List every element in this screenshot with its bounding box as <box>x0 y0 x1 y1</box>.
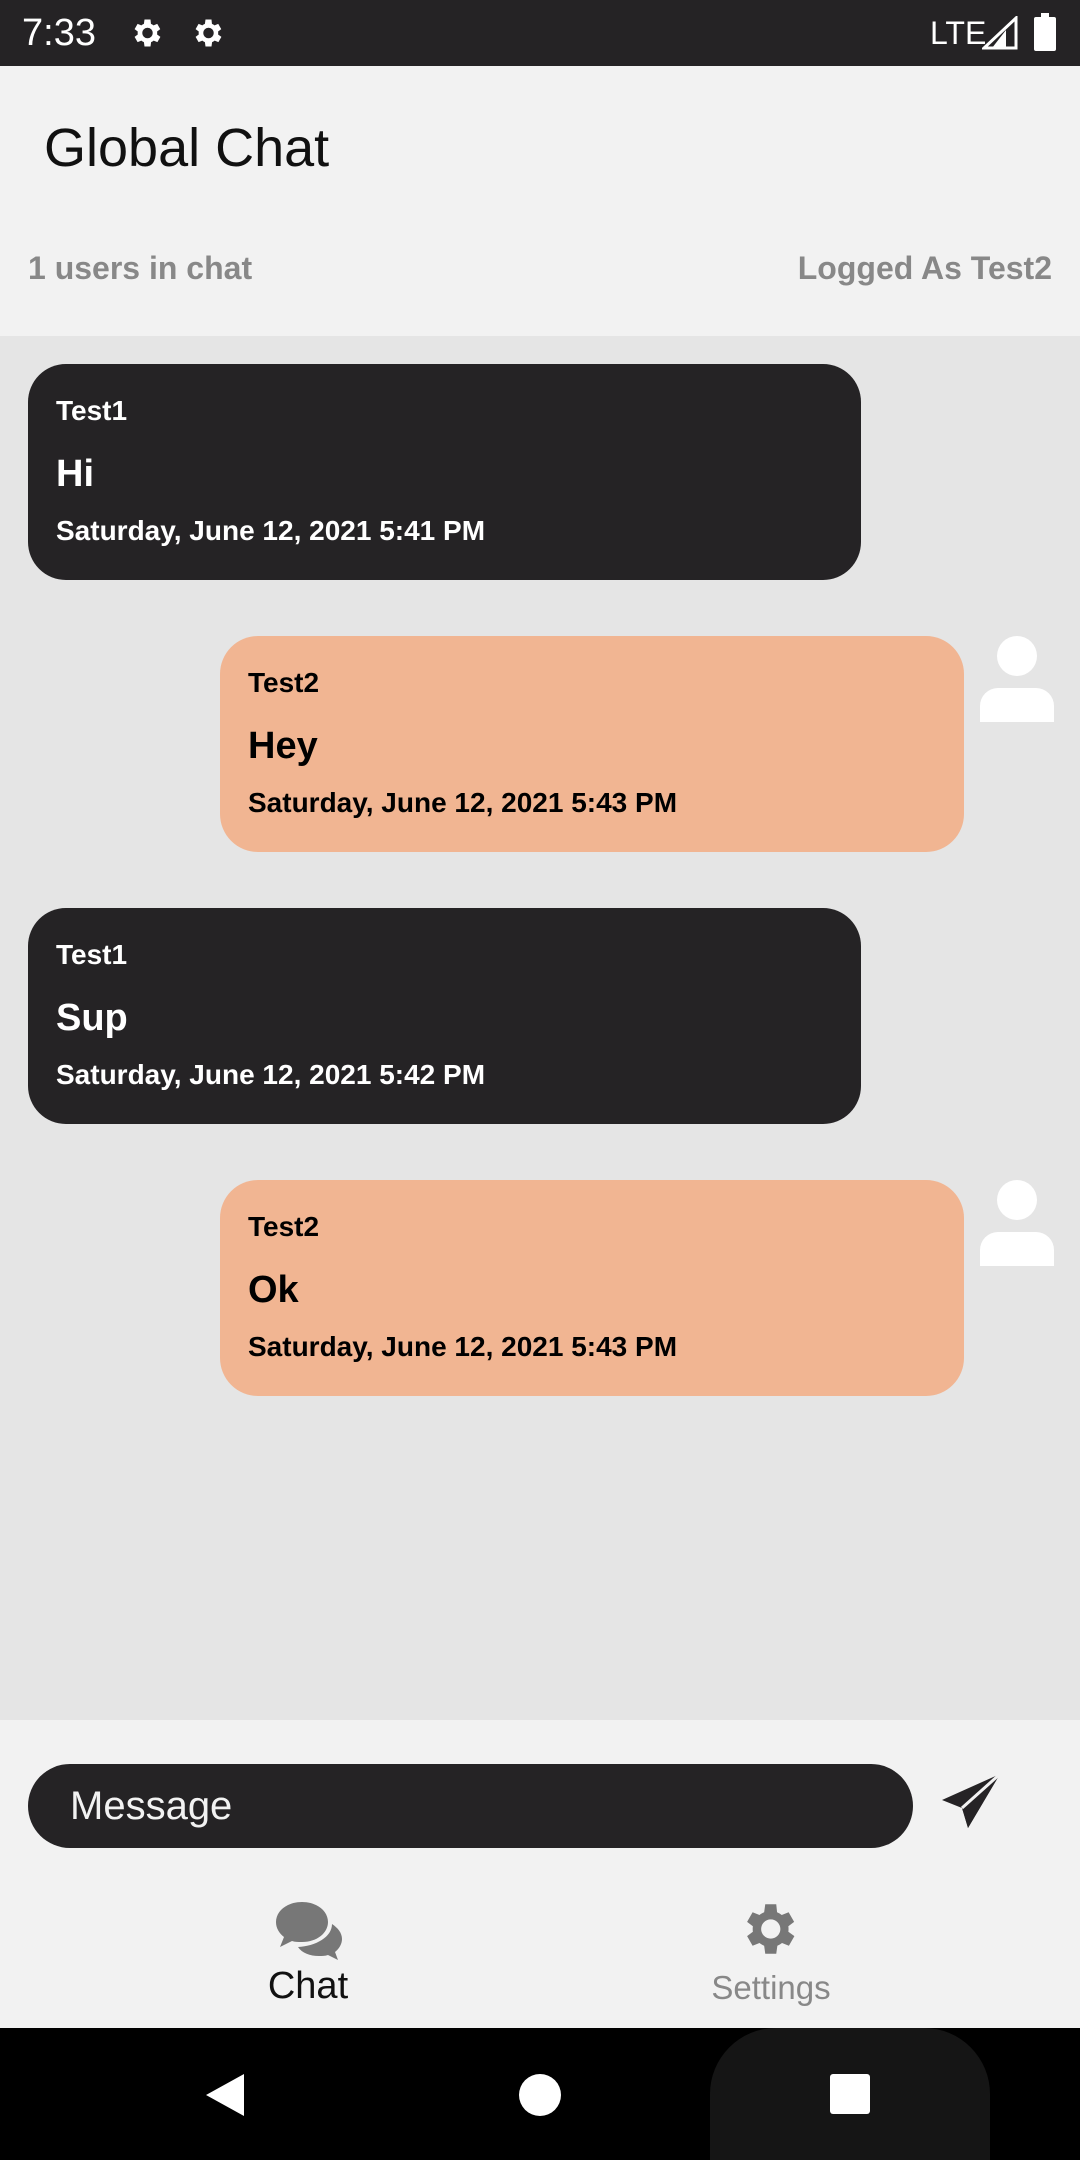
message-text: Sup <box>56 997 128 1039</box>
nav-label-chat: Chat <box>267 1965 349 2007</box>
message-text: Ok <box>248 1269 299 1311</box>
status-bar: 7:33 LTE <box>0 0 1080 66</box>
message-input[interactable] <box>28 1764 913 1848</box>
chat-bubbles-icon <box>276 1902 342 1960</box>
message-list[interactable]: Test1 Hi Saturday, June 12, 2021 5:41 PM… <box>0 336 1080 1720</box>
system-nav-bar <box>0 2028 1080 2160</box>
message-timestamp: Saturday, June 12, 2021 5:41 PM <box>56 515 486 546</box>
message-sender: Test2 <box>248 1211 320 1242</box>
message-bubble: Test1 Sup Saturday, June 12, 2021 5:42 P… <box>28 908 861 1124</box>
page-title: Global Chat <box>44 118 330 178</box>
message-sender: Test2 <box>248 667 320 698</box>
recents-icon[interactable] <box>830 2074 870 2114</box>
signal-icon <box>982 16 1018 50</box>
send-icon[interactable] <box>938 1770 1004 1836</box>
gear-icon <box>134 19 161 47</box>
message-bubble: Test2 Hey Saturday, June 12, 2021 5:43 P… <box>220 636 964 852</box>
message-timestamp: Saturday, June 12, 2021 5:43 PM <box>248 1331 678 1362</box>
message-bubble: Test2 Ok Saturday, June 12, 2021 5:43 PM <box>220 1180 964 1396</box>
nav-item-chat[interactable]: Chat <box>158 1880 458 2028</box>
message-text: Hi <box>56 453 94 495</box>
message-timestamp: Saturday, June 12, 2021 5:43 PM <box>248 787 678 818</box>
header: Global Chat 1 users in chat Logged As Te… <box>0 66 1080 336</box>
bottom-nav: Chat Settings <box>0 1880 1080 2028</box>
users-count: 1 users in chat <box>28 250 253 286</box>
network-type: LTE <box>930 15 987 51</box>
message-sender: Test1 <box>56 395 128 426</box>
message-text: Hey <box>248 725 318 767</box>
avatar-icon <box>980 1180 1054 1266</box>
status-time: 7:33 <box>22 12 96 54</box>
nav-label-settings: Settings <box>711 1969 831 2006</box>
message-bubble: Test1 Hi Saturday, June 12, 2021 5:41 PM <box>28 364 861 580</box>
gear-icon <box>747 1904 795 1954</box>
battery-icon <box>1034 13 1056 51</box>
message-sender: Test1 <box>56 939 128 970</box>
logged-as-label: Logged As Test2 <box>797 250 1052 286</box>
gear-icon <box>195 19 222 47</box>
avatar-icon <box>980 636 1054 722</box>
back-icon[interactable] <box>204 2072 246 2118</box>
nav-item-settings[interactable]: Settings <box>621 1880 921 2028</box>
message-timestamp: Saturday, June 12, 2021 5:42 PM <box>56 1059 486 1090</box>
message-composer <box>0 1720 1080 1880</box>
home-icon[interactable] <box>519 2074 561 2116</box>
